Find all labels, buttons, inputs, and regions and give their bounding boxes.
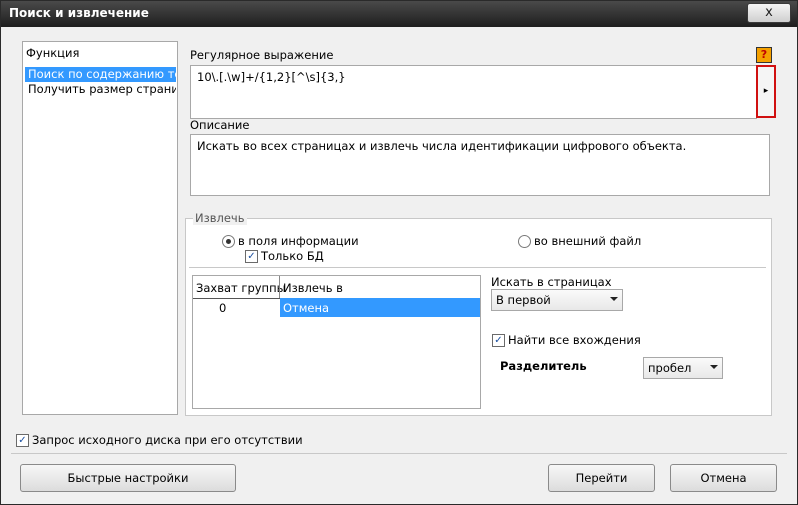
chevron-down-icon bbox=[710, 365, 718, 369]
description-input[interactable]: Искать во всех страницах и извлечь числа… bbox=[190, 134, 770, 196]
function-item-page-size[interactable]: Получить размер страниц bbox=[25, 82, 176, 97]
separator-label: Разделитель bbox=[500, 359, 587, 373]
function-header: Функция bbox=[26, 46, 80, 60]
search-pages-select[interactable]: В первой bbox=[491, 289, 623, 311]
regex-value: 10\.[.\w]+/{1,2}[^\s]{3,} bbox=[197, 70, 346, 84]
cancel-button[interactable]: Отмена bbox=[670, 464, 777, 492]
search-pages-value: В первой bbox=[496, 293, 551, 307]
column-divider bbox=[279, 276, 280, 298]
separator-value: пробел bbox=[648, 361, 692, 375]
find-all-checkbox[interactable]: ✓ bbox=[492, 334, 505, 347]
column-header-group: Захват группы bbox=[196, 281, 286, 295]
request-disk-checkbox[interactable]: ✓ bbox=[16, 434, 29, 447]
radio-external-file[interactable] bbox=[518, 235, 531, 248]
quick-settings-button[interactable]: Быстрые настройки bbox=[20, 464, 236, 492]
regex-expand-button[interactable]: ▸ bbox=[756, 65, 776, 118]
cell-target[interactable]: Отмена bbox=[280, 298, 480, 317]
go-button[interactable]: Перейти bbox=[548, 464, 655, 492]
go-label: Перейти bbox=[575, 471, 628, 485]
table-header: Захват группы Извлечь в bbox=[193, 276, 480, 299]
help-icon-glyph: ? bbox=[760, 48, 768, 61]
request-disk-label: Запрос исходного диска при его отсутстви… bbox=[32, 433, 303, 447]
quick-settings-label: Быстрые настройки bbox=[67, 471, 189, 485]
description-label: Описание bbox=[190, 118, 250, 132]
window-title: Поиск и извлечение bbox=[9, 6, 149, 20]
function-item-content-search[interactable]: Поиск по содержанию тек bbox=[25, 67, 176, 82]
cell-group: 0 bbox=[219, 301, 227, 315]
extract-divider bbox=[189, 267, 766, 268]
footer-divider bbox=[11, 453, 787, 454]
column-header-target: Извлечь в bbox=[283, 281, 343, 295]
find-all-label: Найти все вхождения bbox=[508, 333, 641, 347]
table-row[interactable]: 0 Отмена bbox=[193, 298, 480, 317]
regex-input[interactable]: 10\.[.\w]+/{1,2}[^\s]{3,} bbox=[190, 65, 757, 119]
close-button[interactable]: x bbox=[747, 3, 791, 23]
chevron-down-icon bbox=[610, 297, 618, 301]
extract-group: Извлечь в поля информации во внешний фай… bbox=[185, 211, 772, 416]
expand-icon: ▸ bbox=[763, 86, 769, 96]
title-bar: Поиск и извлечение x bbox=[1, 1, 797, 27]
dialog-window: Поиск и извлечение x Функция Поиск по со… bbox=[0, 0, 798, 505]
separator-select[interactable]: пробел bbox=[643, 357, 723, 379]
cell-target-value: Отмена bbox=[283, 301, 330, 315]
function-panel: Функция Поиск по содержанию тек Получить… bbox=[22, 41, 178, 415]
description-value: Искать во всех страницах и извлечь числа… bbox=[197, 139, 687, 153]
regex-label: Регулярное выражение bbox=[190, 48, 334, 62]
capture-table: Захват группы Извлечь в 0 Отмена bbox=[192, 275, 481, 409]
radio-external-file-label: во внешний файл bbox=[534, 234, 642, 248]
extract-group-label: Извлечь bbox=[193, 211, 247, 225]
help-icon[interactable]: ? bbox=[756, 47, 772, 63]
search-pages-label: Искать в страницах bbox=[491, 275, 612, 289]
only-db-checkbox[interactable]: ✓ bbox=[245, 250, 258, 263]
radio-info-fields-label: в поля информации bbox=[238, 234, 359, 248]
cancel-label: Отмена bbox=[700, 471, 747, 485]
radio-info-fields[interactable] bbox=[222, 235, 235, 248]
only-db-label: Только БД bbox=[261, 249, 324, 263]
